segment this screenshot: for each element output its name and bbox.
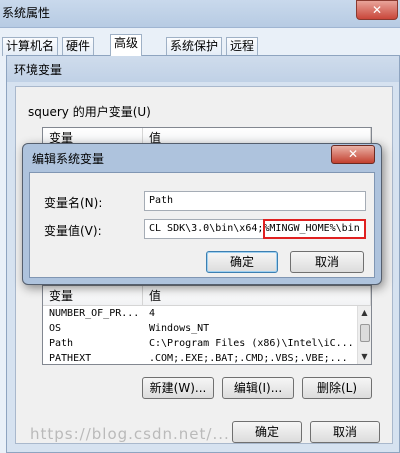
tab-remote[interactable]: 远程 — [226, 37, 259, 56]
scroll-thumb[interactable] — [360, 324, 370, 342]
variable-value: 4 — [149, 308, 156, 319]
close-icon[interactable]: ✕ — [331, 145, 375, 164]
table-row[interactable]: NUMBER_OF_PR... 4 — [43, 306, 371, 321]
ok-button[interactable]: 确定 — [232, 421, 302, 443]
tab-computer-name[interactable]: 计算机名 — [2, 37, 59, 56]
variable-value: Windows_NT — [149, 323, 210, 334]
env-title-bar[interactable]: 环境变量 — [7, 56, 399, 82]
table-row[interactable]: Path C:\Program Files (x86)\Intel\iC... — [43, 336, 371, 351]
cancel-button[interactable]: 取消 — [310, 421, 380, 443]
edit-system-variable-dialog: 编辑系统变量 ✕ 变量名(N): Path 变量值(V): CL SDK\3.0… — [22, 143, 382, 285]
tab-hardware[interactable]: 硬件 — [62, 37, 95, 56]
dialog-ok-button[interactable]: 确定 — [206, 251, 278, 273]
edit-variable-button[interactable]: 编辑(I)... — [222, 377, 294, 399]
vertical-scrollbar[interactable]: ▲ ▼ — [357, 306, 371, 364]
variable-name: Path — [49, 338, 74, 349]
variable-value-label: 变量值(V): — [44, 224, 102, 238]
variable-value: .COM;.EXE;.BAT;.CMD;.VBS;.VBE;... — [149, 353, 348, 364]
variable-name-label: 变量名(N): — [44, 196, 103, 210]
column-header-value[interactable]: 值 — [143, 286, 371, 305]
system-properties-title-bar[interactable]: 系统属性 ✕ — [0, 0, 400, 28]
watermark: https://blog.csdn.net/... — [30, 425, 230, 443]
dialog-title: 编辑系统变量 — [32, 152, 105, 166]
table-row[interactable]: OS Windows_NT — [43, 321, 371, 336]
window-title: 系统属性 — [2, 6, 51, 20]
system-properties-window: 系统属性 ✕ 计算机名 硬件 高级 系统保护 远程 环境变量 squery 的用… — [0, 0, 400, 453]
close-icon[interactable]: ✕ — [356, 0, 398, 20]
variable-name: OS — [49, 323, 62, 334]
variable-name: NUMBER_OF_PR... — [49, 308, 140, 319]
variable-name-field[interactable]: Path — [144, 191, 366, 211]
variable-value-text: CL SDK\3.0\bin\x64; — [149, 223, 264, 234]
tab-system-protection[interactable]: 系统保护 — [166, 37, 223, 56]
dialog-body: 变量名(N): Path 变量值(V): CL SDK\3.0\bin\x64;… — [29, 172, 375, 278]
delete-variable-button[interactable]: 删除(L) — [302, 377, 372, 399]
user-variables-label: squery 的用户变量(U) — [28, 105, 151, 119]
dialog-cancel-button[interactable]: 取消 — [290, 251, 364, 273]
variable-value: C:\Program Files (x86)\Intel\iC... — [149, 338, 354, 349]
env-window-title: 环境变量 — [14, 63, 63, 77]
table-row[interactable]: PATHEXT .COM;.EXE;.BAT;.CMD;.VBS;.VBE;..… — [43, 351, 371, 364]
scroll-up-icon[interactable]: ▲ — [358, 306, 371, 320]
highlight-annotation-box — [263, 219, 366, 239]
variable-name: PATHEXT — [49, 353, 92, 364]
list-header: 变量 值 — [43, 286, 371, 306]
tab-advanced[interactable]: 高级 — [110, 34, 143, 56]
system-variables-list[interactable]: 变量 值 NUMBER_OF_PR... 4 OS Windows_NT Pat… — [42, 285, 372, 365]
column-header-variable[interactable]: 变量 — [43, 286, 143, 305]
scroll-down-icon[interactable]: ▼ — [358, 350, 371, 364]
new-variable-button[interactable]: 新建(W)... — [142, 377, 214, 399]
